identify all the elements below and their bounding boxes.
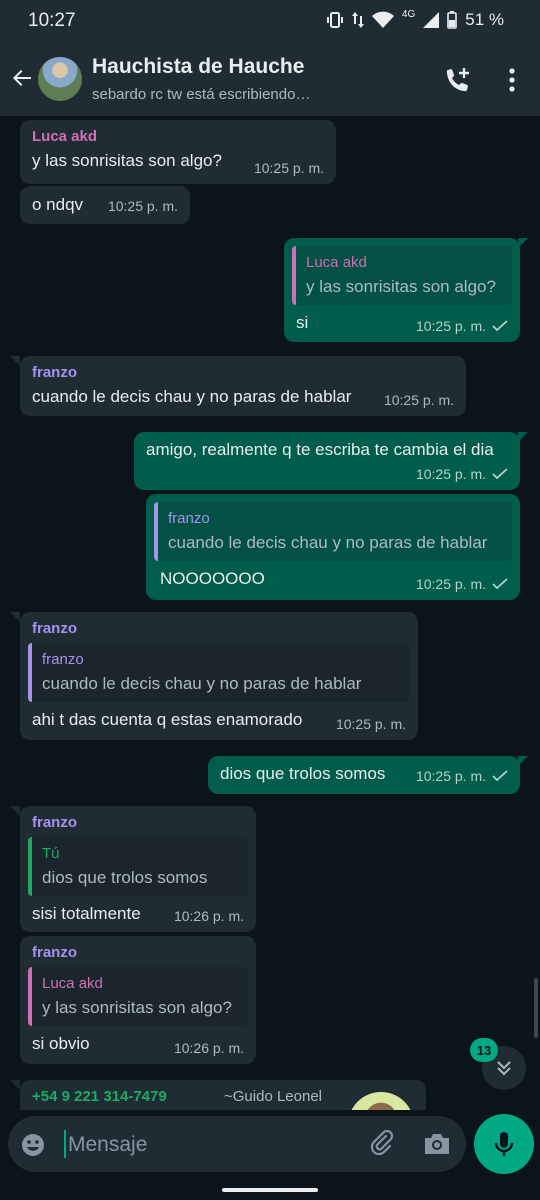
unread-count-badge: 13	[470, 1038, 498, 1062]
sender-name: Luca akd	[32, 128, 98, 145]
camera-icon[interactable]	[422, 1130, 452, 1158]
data-arrows-icon	[351, 12, 364, 28]
bubble-tail	[10, 806, 20, 816]
network-type: 4G	[401, 8, 416, 20]
message-time: 10:25 p. m.	[416, 466, 508, 482]
incoming-message[interactable]: +54 9 221 314-7479 ~Guido Leonel	[20, 1080, 426, 1110]
message-composer	[8, 1116, 466, 1172]
outgoing-message[interactable]: franzo cuando le decis chau y no paras d…	[146, 494, 520, 600]
outgoing-message[interactable]: dios que trolos somos 10:25 p. m.	[208, 756, 520, 794]
battery-level: 51 %	[465, 10, 504, 29]
bubble-tail	[10, 612, 20, 622]
outgoing-message[interactable]: Luca akd y las sonrisitas son algo? si 1…	[284, 238, 520, 342]
sender-name: franzo	[32, 364, 77, 381]
home-indicator[interactable]	[222, 1188, 318, 1192]
quoted-text: cuando le decis chau y no paras de habla…	[42, 674, 362, 693]
vibrate-icon	[326, 12, 343, 28]
chat-header: Hauchista de Hauche sebardo rc tw está e…	[0, 44, 540, 116]
quoted-sender: Luca akd	[42, 975, 103, 992]
microphone-icon	[494, 1132, 514, 1156]
signal-icon	[423, 12, 440, 28]
quoted-sender: Tú	[42, 845, 60, 862]
quoted-sender: franzo	[168, 510, 210, 527]
status-icons: 4G 51 %	[326, 8, 504, 30]
message-time: 10:25 p. m.	[253, 160, 324, 176]
outgoing-message[interactable]: amigo, realmente q te escriba te cambia …	[134, 432, 520, 490]
message-time: 10:26 p. m.	[173, 1040, 244, 1056]
double-chevron-down-icon	[497, 1061, 511, 1076]
sent-check-icon	[492, 770, 508, 782]
quoted-message[interactable]: Luca akd y las sonrisitas son algo?	[292, 246, 512, 305]
quoted-sender: franzo	[42, 651, 84, 668]
quoted-text: cuando le decis chau y no paras de habla…	[168, 533, 488, 552]
sender-number: +54 9 221 314-7479	[32, 1088, 167, 1105]
quoted-sender: Luca akd	[306, 254, 367, 271]
wifi-icon	[371, 11, 394, 28]
paperclip-icon[interactable]	[368, 1130, 396, 1158]
back-arrow-icon[interactable]	[10, 66, 34, 90]
more-options-icon[interactable]	[500, 66, 524, 94]
quoted-text: y las sonrisitas son algo?	[42, 998, 232, 1017]
quoted-message[interactable]: franzo cuando le decis chau y no paras d…	[28, 643, 410, 702]
status-bar: 10:27 4G 51 %	[0, 0, 540, 44]
quoted-text: dios que trolos somos	[42, 868, 208, 887]
message-time: 10:26 p. m.	[173, 908, 244, 924]
message-list[interactable]: Luca akd y las sonrisitas son algo? 10:2…	[0, 116, 540, 1110]
sender-alias: ~Guido Leonel	[224, 1088, 322, 1105]
message-input[interactable]	[68, 1130, 358, 1160]
message-time: 10:25 p. m.	[107, 198, 178, 214]
sent-check-icon	[492, 320, 508, 332]
message-time: 10:25 p. m.	[416, 768, 508, 784]
battery-icon	[447, 11, 458, 29]
bubble-tail	[10, 1080, 20, 1090]
quoted-message[interactable]: franzo cuando le decis chau y no paras d…	[154, 502, 512, 561]
sender-name: franzo	[32, 814, 77, 831]
scrollbar[interactable]	[534, 978, 538, 1038]
incoming-message[interactable]: franzo cuando le decis chau y no paras d…	[20, 356, 466, 416]
quoted-message[interactable]: Luca akd y las sonrisitas son algo?	[28, 967, 248, 1026]
status-time: 10:27	[28, 10, 76, 31]
quoted-message[interactable]: Tú dios que trolos somos	[28, 837, 248, 896]
bubble-tail	[10, 356, 20, 366]
sticker-preview[interactable]	[348, 1092, 414, 1110]
quoted-text: y las sonrisitas son algo?	[306, 277, 496, 296]
message-time: 10:25 p. m.	[335, 716, 406, 732]
message-time: 10:25 p. m.	[383, 392, 454, 408]
incoming-message[interactable]: franzo Luca akd y las sonrisitas son alg…	[20, 936, 256, 1064]
add-call-icon[interactable]	[444, 66, 472, 94]
incoming-message[interactable]: franzo Tú dios que trolos somos sisi tot…	[20, 806, 256, 932]
sender-name: franzo	[32, 944, 77, 961]
incoming-message[interactable]: o ndqv 10:25 p. m.	[20, 186, 190, 224]
text-cursor	[64, 1130, 66, 1158]
sent-check-icon	[492, 468, 508, 480]
voice-message-button[interactable]	[474, 1114, 534, 1174]
sender-name: franzo	[32, 620, 77, 637]
group-avatar[interactable]	[38, 57, 82, 101]
incoming-message[interactable]: Luca akd y las sonrisitas son algo? 10:2…	[20, 120, 336, 184]
incoming-message[interactable]: franzo franzo cuando le decis chau y no …	[20, 612, 418, 740]
chat-title[interactable]: Hauchista de Hauche	[92, 55, 304, 79]
message-text: amigo, realmente q te escriba te cambia …	[146, 440, 494, 459]
emoji-icon[interactable]	[20, 1132, 46, 1158]
typing-status: sebardo rc tw está escribiendo…	[92, 86, 311, 103]
sent-check-icon	[492, 578, 508, 590]
message-time: 10:25 p. m.	[416, 576, 508, 592]
message-time: 10:25 p. m.	[416, 318, 508, 334]
